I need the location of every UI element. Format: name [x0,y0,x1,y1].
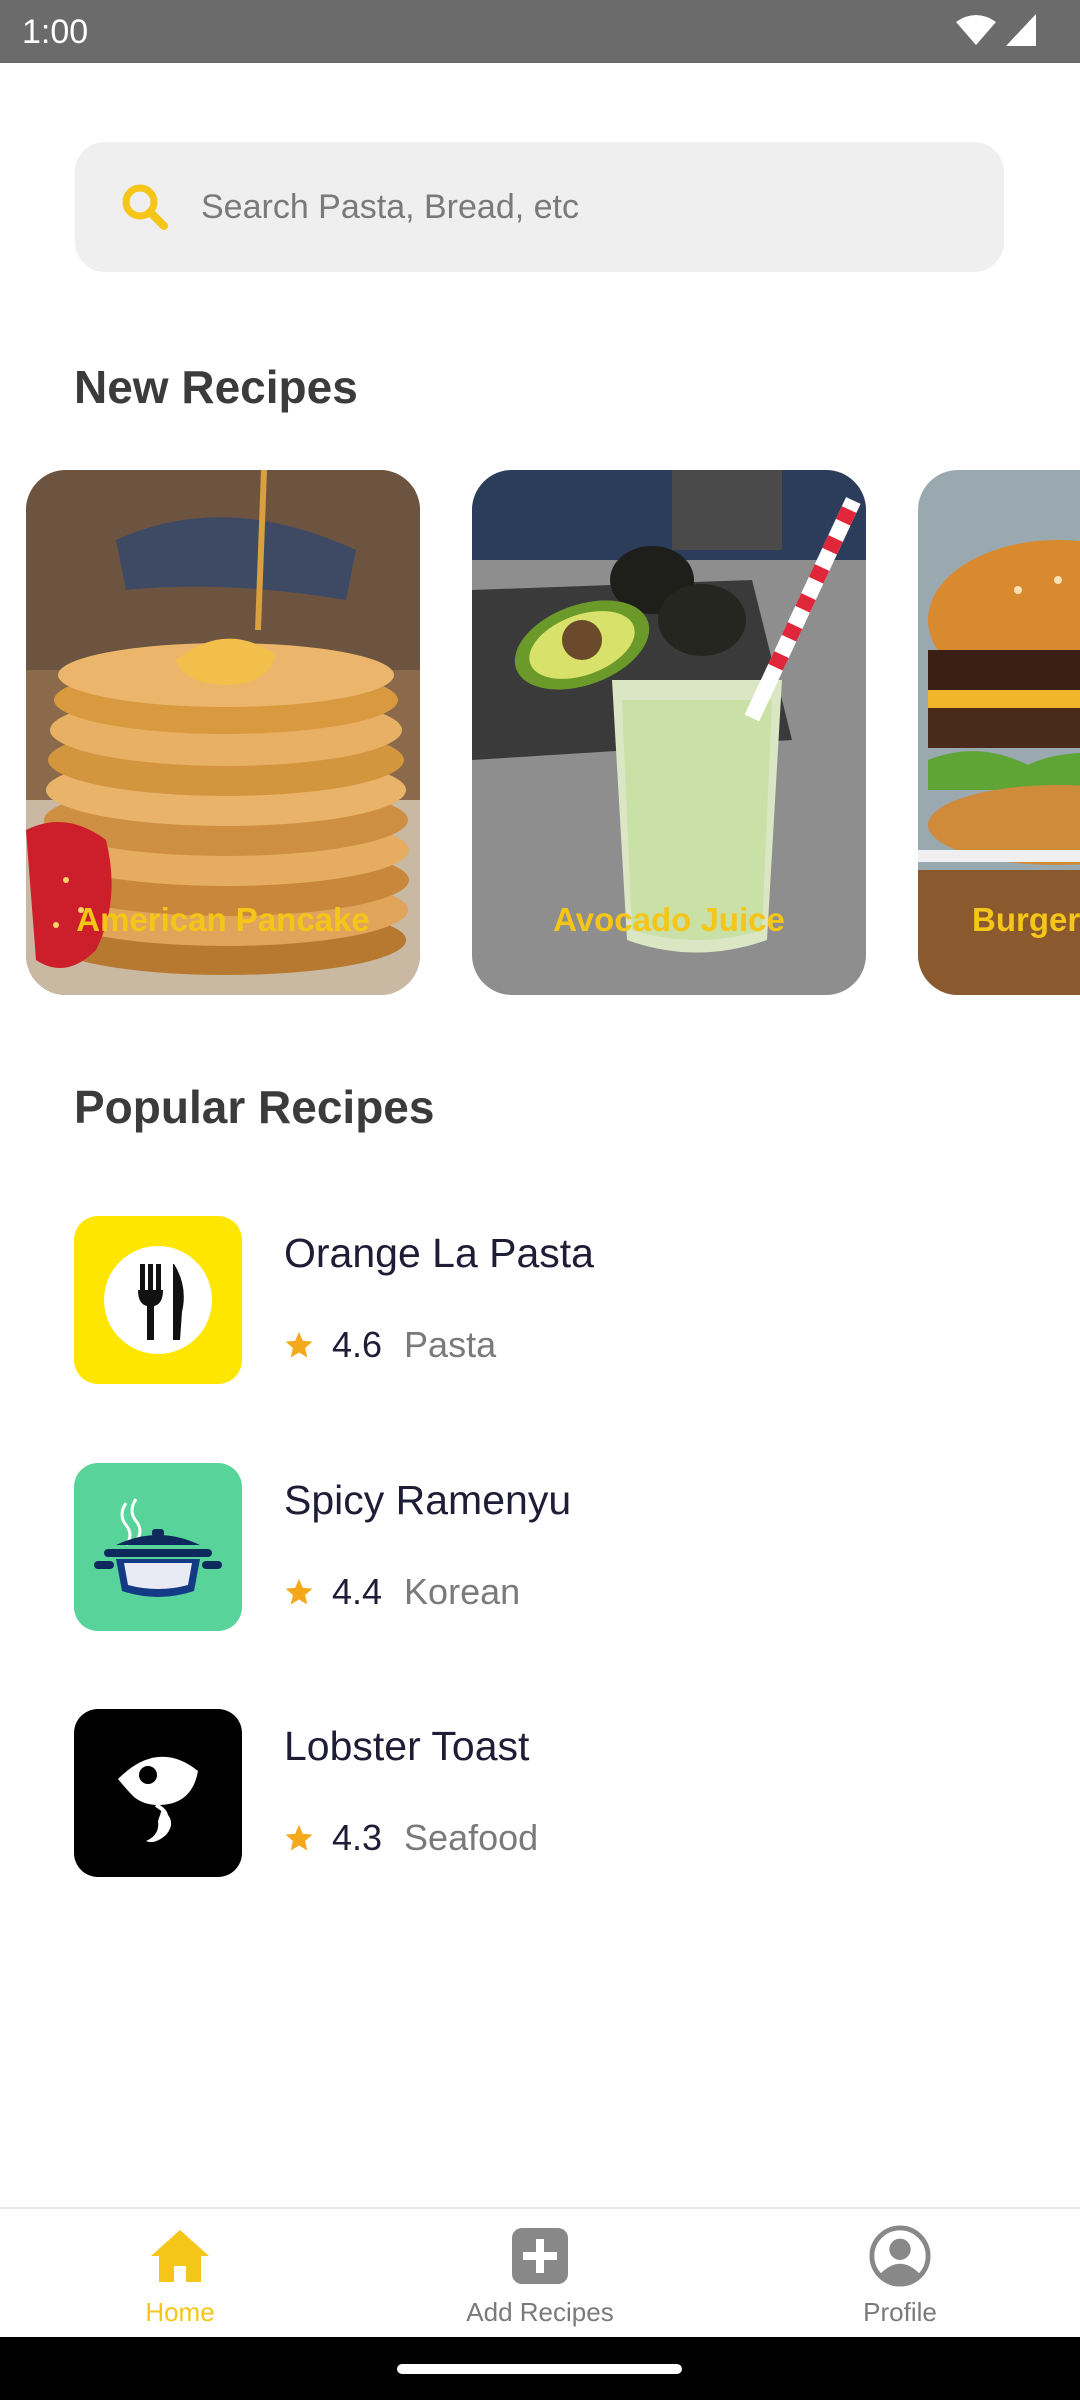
nav-profile[interactable]: Profile [720,2209,1080,2339]
wifi-icon [956,15,996,45]
recipe-card-avocado-juice[interactable]: Avocado Juice [472,470,866,995]
nav-profile-label: Profile [863,2297,937,2327]
status-time: 1:00 [22,13,89,51]
recipe-category: Seafood [404,1817,539,1858]
popular-recipe-item[interactable]: Orange La Pasta 4.6 Pasta [74,1216,1004,1384]
search-bar[interactable] [75,142,1004,272]
plus-square-icon [509,2225,571,2287]
nav-add-recipes[interactable]: Add Recipes [360,2209,720,2339]
recipe-rating: 4.3 [332,1817,383,1858]
new-recipes-title: New Recipes [74,361,358,413]
fish-icon [74,1709,242,1877]
nav-home-label: Home [145,2297,215,2327]
recipe-category: Korean [404,1571,521,1612]
star-icon [285,1331,313,1358]
nav-add-recipes-label: Add Recipes [466,2297,614,2327]
cooking-pot-icon [74,1463,242,1631]
recipe-card-american-pancake[interactable]: American Pancake [26,470,420,995]
star-icon [285,1578,313,1605]
recipe-card-label: American Pancake [76,901,370,938]
recipe-meta: 4.3 Seafood [284,1817,538,1859]
recipe-category: Pasta [404,1324,497,1365]
recipe-name: Spicy Ramenyu [284,1477,572,1523]
new-recipes-carousel[interactable]: American Pancake Avocado Juice Burger [0,470,1080,995]
search-icon [117,179,173,235]
signal-icon [1006,14,1036,46]
status-icons [956,14,1036,46]
fork-knife-icon [74,1216,242,1384]
recipe-card-burger[interactable]: Burger [918,470,1080,995]
recipe-rating: 4.4 [332,1571,383,1612]
recipe-name: Lobster Toast [284,1723,530,1769]
recipe-card-label: Avocado Juice [553,901,785,938]
profile-icon [869,2225,931,2287]
popular-recipe-item[interactable]: Spicy Ramenyu 4.4 Korean [74,1463,1004,1631]
recipe-rating: 4.6 [332,1324,383,1365]
bottom-navigation: Home Add Recipes Profile [0,2207,1080,2337]
recipe-meta: 4.4 Korean [284,1571,520,1613]
recipe-name: Orange La Pasta [284,1230,594,1276]
home-icon [149,2225,211,2287]
system-gesture-bar [0,2337,1080,2400]
star-icon [285,1824,313,1851]
popular-recipes-title: Popular Recipes [74,1081,435,1133]
nav-home[interactable]: Home [0,2209,360,2339]
popular-recipe-item[interactable]: Lobster Toast 4.3 Seafood [74,1709,1004,1877]
home-gesture-handle[interactable] [397,2364,682,2374]
recipe-card-label: Burger [972,901,1080,938]
recipe-meta: 4.6 Pasta [284,1324,496,1366]
status-bar: 1:00 [0,0,1080,63]
search-input[interactable] [201,187,981,227]
